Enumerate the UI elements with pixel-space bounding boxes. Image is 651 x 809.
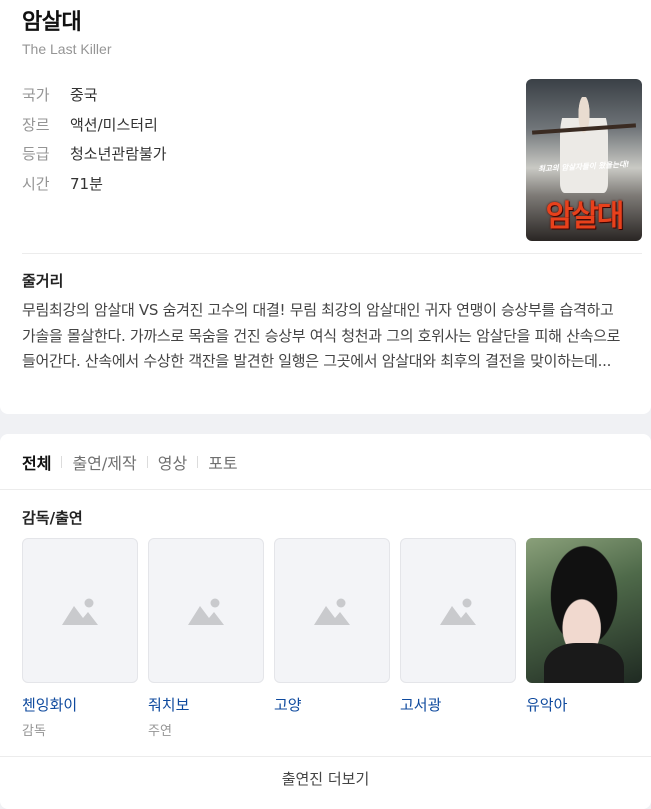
person-name[interactable]: 유악아 bbox=[526, 694, 642, 715]
synopsis-heading: 줄거리 bbox=[22, 272, 64, 290]
person-name[interactable]: 줘치보 bbox=[148, 694, 264, 715]
cast-item[interactable]: 첸잉화이 감독 bbox=[22, 538, 138, 739]
cast-item[interactable]: 고서광 bbox=[400, 538, 516, 739]
meta-value: 71분 bbox=[70, 174, 103, 193]
tab-bar: 전체 출연/제작 영상 포토 bbox=[22, 450, 238, 474]
tab-separator bbox=[197, 456, 199, 468]
meta-value: 중국 bbox=[70, 86, 98, 105]
movie-poster[interactable]: 최고의 암살자들이 왔을는대! 암살대 bbox=[526, 79, 642, 241]
person-thumbnail[interactable] bbox=[148, 538, 264, 683]
cast-list: 첸잉화이 감독 줘치보 주연 고양 고서광 유악아 bbox=[22, 538, 642, 739]
person-thumbnail[interactable] bbox=[274, 538, 390, 683]
meta-row-genre: 장르 액션/미스터리 bbox=[22, 110, 167, 140]
more-cast-button[interactable]: 출연진 더보기 bbox=[0, 768, 651, 789]
meta-value: 액션/미스터리 bbox=[70, 115, 158, 134]
tab-separator bbox=[146, 456, 148, 468]
person-photo[interactable] bbox=[526, 538, 642, 683]
image-placeholder-icon bbox=[188, 598, 224, 625]
meta-key: 국가 bbox=[22, 86, 50, 105]
person-name[interactable]: 첸잉화이 bbox=[22, 694, 138, 715]
divider bbox=[22, 253, 642, 254]
meta-key: 시간 bbox=[22, 174, 50, 193]
tab-all[interactable]: 전체 bbox=[22, 450, 51, 474]
person-thumbnail[interactable] bbox=[400, 538, 516, 683]
poster-title-text: 암살대 bbox=[545, 199, 625, 234]
divider bbox=[0, 756, 651, 757]
poster-figure bbox=[560, 97, 608, 193]
divider bbox=[0, 489, 651, 490]
photo-figure bbox=[544, 643, 624, 683]
person-name[interactable]: 고양 bbox=[274, 694, 390, 715]
person-role: 주연 bbox=[148, 724, 172, 739]
tab-cast-crew[interactable]: 출연/제작 bbox=[72, 450, 136, 474]
person-name[interactable]: 고서광 bbox=[400, 694, 516, 715]
person-role: 감독 bbox=[22, 724, 46, 739]
movie-info-card: 암살대 The Last Killer 국가 중국 장르 액션/미스터리 등급 … bbox=[0, 0, 651, 414]
meta-row-runtime: 시간 71분 bbox=[22, 169, 167, 199]
image-placeholder-icon bbox=[314, 598, 350, 625]
tab-separator bbox=[61, 456, 63, 468]
synopsis-text: 무림최강의 암살대 VS 숨겨진 고수의 대결! 무림 최강의 암살대인 귀자 … bbox=[22, 301, 621, 370]
meta-key: 등급 bbox=[22, 145, 50, 164]
person-thumbnail[interactable] bbox=[22, 538, 138, 683]
tab-video[interactable]: 영상 bbox=[158, 450, 187, 474]
movie-original-title: The Last Killer bbox=[22, 41, 112, 57]
image-placeholder-icon bbox=[440, 598, 476, 625]
cast-heading: 감독/출연 bbox=[22, 509, 83, 527]
cast-item[interactable]: 줘치보 주연 bbox=[148, 538, 264, 739]
cast-item[interactable]: 고양 bbox=[274, 538, 390, 739]
meta-row-country: 국가 중국 bbox=[22, 80, 167, 110]
cast-card: 전체 출연/제작 영상 포토 감독/출연 첸잉화이 감독 줘치보 주연 고양 고… bbox=[0, 434, 651, 809]
cast-item[interactable]: 유악아 bbox=[526, 538, 642, 739]
meta-value: 청소년관람불가 bbox=[70, 145, 167, 164]
image-placeholder-icon bbox=[62, 598, 98, 625]
tab-photo[interactable]: 포토 bbox=[208, 450, 237, 474]
meta-key: 장르 bbox=[22, 115, 50, 134]
movie-meta: 국가 중국 장르 액션/미스터리 등급 청소년관람불가 시간 71분 bbox=[22, 80, 167, 198]
meta-row-rating: 등급 청소년관람불가 bbox=[22, 139, 167, 169]
movie-title: 암살대 bbox=[22, 10, 82, 35]
